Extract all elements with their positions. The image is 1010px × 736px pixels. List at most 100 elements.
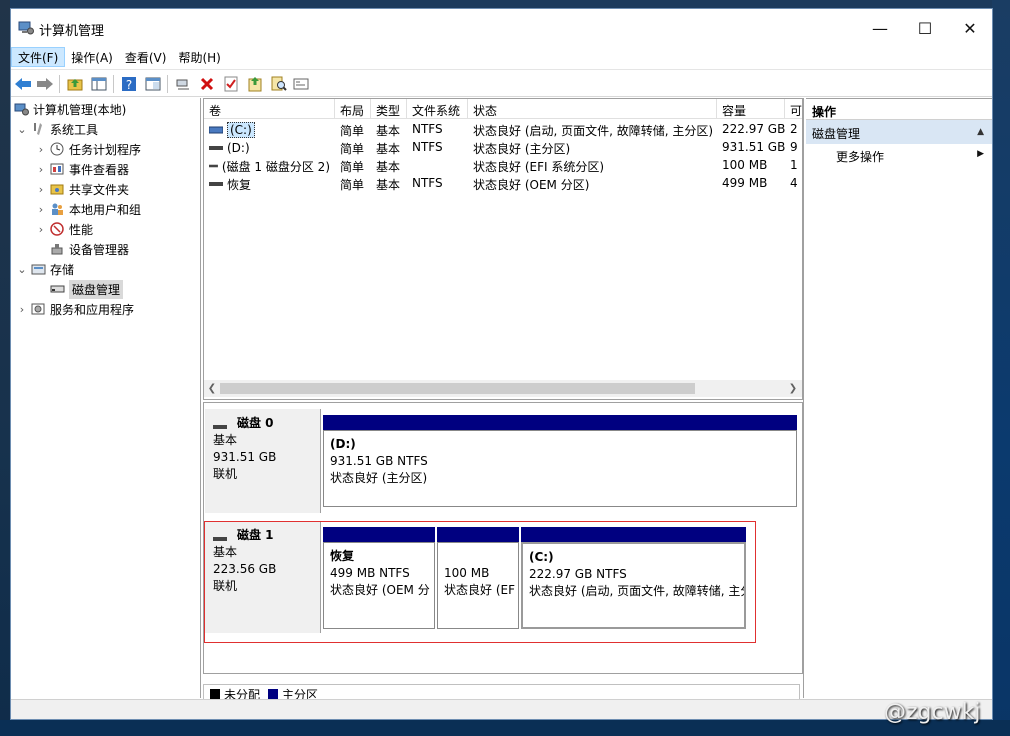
table-row[interactable]: (C:) 简单 基本 NTFS 状态良好 (启动, 页面文件, 故障转储, 主分… <box>204 120 802 138</box>
more-actions-item[interactable]: 更多操作 ▶ <box>806 144 992 166</box>
free-cell: 4 <box>790 176 798 190</box>
column-header-status[interactable]: 状态 <box>468 99 717 119</box>
column-header-volume[interactable]: 卷 <box>204 99 335 119</box>
collapse-up-icon[interactable]: ▲ <box>977 127 984 137</box>
volume-cell: (C:) <box>204 120 335 138</box>
tree-item-storage[interactable]: ⌄ 存储 <box>14 259 74 279</box>
forward-arrow-icon[interactable] <box>35 74 55 94</box>
column-header-layout[interactable]: 布局 <box>335 99 371 119</box>
type-cell: 基本 <box>376 142 401 156</box>
menu-help[interactable]: 帮助(H) <box>172 47 226 67</box>
filesystem-cell: NTFS <box>412 140 443 154</box>
actions-pane: 操作 磁盘管理 ▲ 更多操作 ▶ <box>806 98 992 698</box>
tree-item-services[interactable]: › 服务和应用程序 <box>14 299 134 319</box>
chevron-right-icon[interactable]: › <box>33 203 49 216</box>
disk-selection-outline <box>204 521 756 643</box>
column-header-free[interactable]: 可 <box>785 99 802 119</box>
table-row[interactable]: 恢复 简单 基本 NTFS 状态良好 (OEM 分区) 499 MB 4 <box>204 174 802 192</box>
disk-size: 931.51 GB <box>213 450 277 464</box>
shared-folder-icon <box>49 181 65 197</box>
show-hide-tree-icon[interactable] <box>89 74 109 94</box>
menu-bar: 文件(F) 操作(A) 查看(V) 帮助(H) <box>11 47 992 67</box>
menu-action[interactable]: 操作(A) <box>65 47 119 67</box>
chevron-right-icon[interactable]: › <box>33 143 49 156</box>
tree-item-event-viewer[interactable]: › 事件查看器 <box>33 159 129 179</box>
tree-item-task-scheduler[interactable]: › 任务计划程序 <box>33 139 141 159</box>
menu-file[interactable]: 文件(F) <box>11 47 66 67</box>
chevron-right-icon[interactable]: › <box>14 303 30 316</box>
partition-body: (D:) 931.51 GB NTFS 状态良好 (主分区) <box>323 430 797 507</box>
tree-item-disk-management[interactable]: 磁盘管理 <box>33 279 124 299</box>
actions-group-disk-management[interactable]: 磁盘管理 ▲ <box>806 120 992 144</box>
chevron-down-icon[interactable]: ⌄ <box>14 263 30 276</box>
check-icon[interactable] <box>221 74 241 94</box>
tree-item-device-manager[interactable]: 设备管理器 <box>33 239 129 259</box>
tree-item-performance[interactable]: › 性能 <box>33 219 93 239</box>
column-header-filesystem[interactable]: 文件系统 <box>407 99 468 119</box>
scrollbar-thumb[interactable] <box>220 383 695 394</box>
disk-drive-icon <box>49 281 65 297</box>
tree-label-event-viewer: 事件查看器 <box>69 162 130 177</box>
tree-label-storage: 存储 <box>50 262 75 277</box>
menu-view[interactable]: 查看(V) <box>119 47 173 67</box>
desktop-left-edge <box>0 0 10 736</box>
chevron-down-icon[interactable]: ⌄ <box>14 123 30 136</box>
partition-d[interactable]: (D:) 931.51 GB NTFS 状态良好 (主分区) <box>323 415 797 507</box>
free-cell: 9 <box>790 140 798 154</box>
volume-icon <box>209 182 223 186</box>
connect-icon[interactable] <box>173 74 193 94</box>
back-arrow-icon[interactable] <box>13 74 33 94</box>
volume-list: 卷 布局 类型 文件系统 状态 容量 可 (C:) 简单 基本 NTFS 状态良… <box>203 98 803 400</box>
scroll-right-icon[interactable]: ❯ <box>785 380 801 397</box>
horizontal-scrollbar[interactable]: ❮ ❯ <box>204 380 802 397</box>
table-row[interactable]: (磁盘 1 磁盘分区 2) 简单 基本 状态良好 (EFI 系统分区) 100 … <box>204 156 802 174</box>
chevron-right-icon[interactable]: › <box>33 163 49 176</box>
scroll-left-icon[interactable]: ❮ <box>204 380 220 397</box>
tree-label-system-tools: 系统工具 <box>50 122 99 137</box>
chevron-right-icon[interactable]: › <box>33 183 49 196</box>
volume-list-header: 卷 布局 类型 文件系统 状态 容量 可 <box>204 99 802 119</box>
type-cell: 基本 <box>376 160 401 174</box>
partition-bar <box>323 415 797 430</box>
delete-icon[interactable] <box>197 74 217 94</box>
actions-header: 操作 <box>806 98 992 120</box>
tree-root[interactable]: 计算机管理(本地) <box>13 99 126 119</box>
table-row[interactable]: (D:) 简单 基本 NTFS 状态良好 (主分区) 931.51 GB 9 <box>204 138 802 156</box>
tree-item-shared-folders[interactable]: › 共享文件夹 <box>33 179 129 199</box>
tree-item-system-tools[interactable]: ⌄ 系统工具 <box>14 119 98 139</box>
filesystem-cell: NTFS <box>412 176 443 190</box>
column-header-capacity[interactable]: 容量 <box>717 99 785 119</box>
tree-item-local-users[interactable]: › 本地用户和组 <box>33 199 141 219</box>
free-cell: 2 <box>790 122 798 136</box>
minimize-button[interactable]: — <box>857 9 903 47</box>
export-icon[interactable] <box>245 74 265 94</box>
tree-label-root: 计算机管理(本地) <box>33 102 127 117</box>
disk-row: 磁盘 0 基本 931.51 GB 联机 (D:) 931.51 GB NTFS… <box>204 409 804 513</box>
close-button[interactable]: ✕ <box>947 9 993 47</box>
up-folder-icon[interactable] <box>65 74 85 94</box>
maximize-button[interactable]: ☐ <box>902 9 948 47</box>
disk-row: 磁盘 1 基本 223.56 GB 联机 恢复 499 MB NTFS 状态良好… <box>204 521 804 643</box>
layout-cell: 简单 <box>340 142 365 156</box>
chevron-right-icon[interactable]: › <box>33 223 49 236</box>
tree-label-task-scheduler: 任务计划程序 <box>69 142 142 157</box>
volume-name: (D:) <box>227 141 250 155</box>
capacity-cell: 222.97 GB <box>722 122 785 136</box>
disk-name: 磁盘 0 <box>237 416 274 430</box>
window-title: 计算机管理 <box>39 24 105 39</box>
column-header-type[interactable]: 类型 <box>371 99 407 119</box>
title-bar[interactable]: 计算机管理 — ☐ ✕ <box>11 9 992 47</box>
search-icon[interactable] <box>269 74 289 94</box>
volume-name: (C:) <box>227 122 255 138</box>
device-manager-icon <box>49 241 65 257</box>
services-icon <box>30 301 46 317</box>
disk-label[interactable]: 磁盘 0 基本 931.51 GB 联机 <box>205 409 321 513</box>
disk-name-row: 磁盘 0 <box>213 415 312 432</box>
console-icon[interactable] <box>291 74 311 94</box>
properties-icon[interactable] <box>143 74 163 94</box>
help-icon[interactable]: ? <box>119 74 139 94</box>
status-cell: 状态良好 (OEM 分区) <box>473 178 590 192</box>
partition-status: 状态良好 (主分区) <box>330 471 428 485</box>
volume-cell: (磁盘 1 磁盘分区 2) <box>204 156 335 174</box>
more-actions-label: 更多操作 <box>836 150 885 164</box>
